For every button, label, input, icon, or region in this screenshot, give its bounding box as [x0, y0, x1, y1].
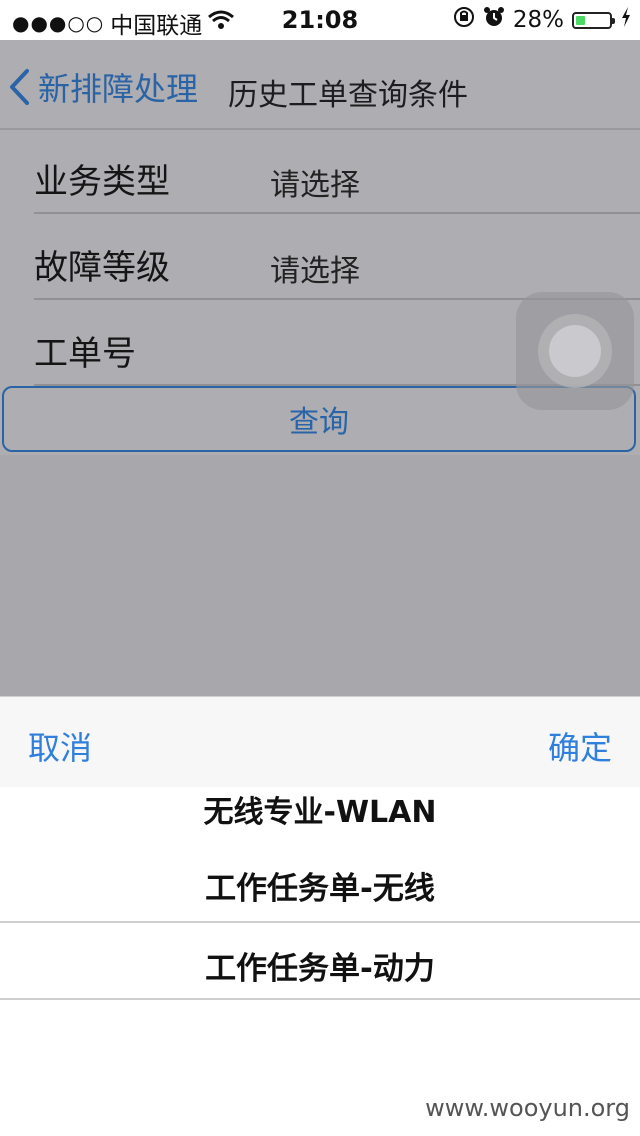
selection-bottom-divider [0, 998, 640, 1000]
back-label: 新排障处理 [38, 70, 199, 108]
assistive-touch-center [549, 325, 601, 377]
picker-toolbar: 取消 确定 [0, 696, 640, 788]
navigation-bar: 新排障处理 历史工单查询条件 [0, 40, 640, 130]
business-type-label: 业务类型 [34, 162, 170, 202]
picker-option[interactable]: 工作任务单-无线 [0, 863, 640, 908]
battery-icon [572, 11, 615, 29]
picker-option[interactable]: 无线专业-WLAN [0, 787, 640, 831]
status-bar: ●●●○○ 中国联通 21:08 28% [0, 0, 640, 40]
ticket-number-label: 工单号 [34, 334, 136, 374]
chevron-left-icon [10, 69, 29, 105]
cancel-button[interactable]: 取消 [28, 723, 92, 769]
confirm-button[interactable]: 确定 [548, 723, 612, 769]
selection-top-divider [0, 921, 640, 923]
rotation-lock-icon [453, 6, 475, 34]
watermark: www.wooyun.org [425, 1094, 630, 1122]
fault-level-label: 故障等级 [34, 248, 170, 288]
battery-percent: 28% [512, 7, 564, 33]
alarm-icon [483, 6, 505, 34]
charging-icon [620, 6, 632, 34]
fault-level-value[interactable]: 请选择 [270, 246, 360, 290]
assistive-touch-button[interactable] [516, 292, 634, 410]
page-title: 历史工单查询条件 [228, 78, 468, 113]
status-right: 28% [453, 6, 632, 34]
fault-level-row[interactable]: 故障等级 请选择 [34, 216, 640, 300]
business-type-value[interactable]: 请选择 [270, 160, 360, 204]
option-picker[interactable]: 无线专业-WLAN 工作任务单-无线 工作任务单-动力 [0, 787, 640, 1136]
business-type-row[interactable]: 业务类型 请选择 [34, 130, 640, 214]
battery-fill [576, 15, 585, 25]
back-button[interactable]: 新排障处理 [8, 64, 198, 110]
picker-option-selected[interactable]: 工作任务单-动力 [0, 943, 640, 988]
battery-nub [612, 17, 615, 24]
